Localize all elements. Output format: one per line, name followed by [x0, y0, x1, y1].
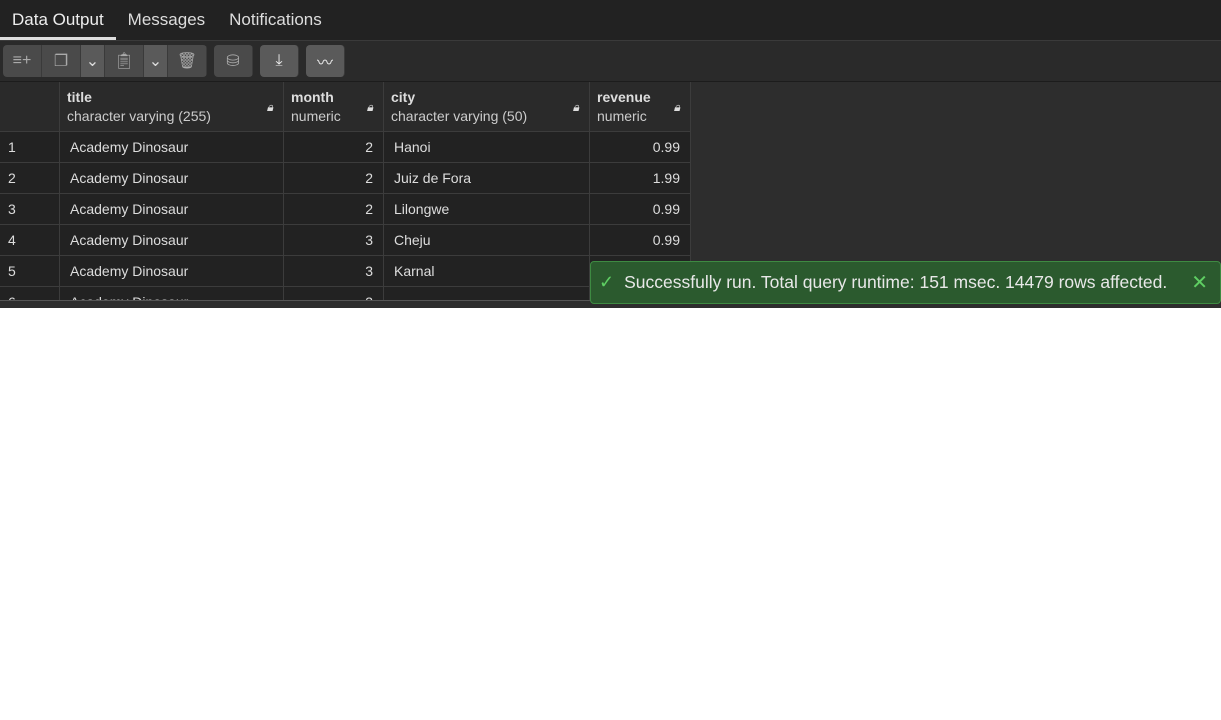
table-row: 2 Academy Dinosaur 2 Juiz de Fora 1.99	[0, 163, 691, 194]
cell-city[interactable]: Hanoi	[384, 132, 590, 162]
column-header-title[interactable]: title character varying (255) 🔒︎	[60, 82, 284, 131]
lock-icon: 🔒︎	[366, 100, 373, 114]
cell-title[interactable]: Academy Dinosaur	[60, 132, 284, 162]
cell-title[interactable]: Academy Dinosaur	[60, 163, 284, 193]
cell-revenue[interactable]: 0.99	[590, 132, 691, 162]
header-row: title character varying (255) 🔒︎ month nume…	[0, 82, 691, 132]
cell-city[interactable]: Karnal	[384, 256, 590, 286]
tab-messages[interactable]: Messages	[116, 0, 217, 40]
success-toast: ✓ Successfully run. Total query runtime:…	[590, 261, 1221, 304]
cell-revenue[interactable]: 1.99	[590, 163, 691, 193]
table-row: 1 Academy Dinosaur 2 Hanoi 0.99	[0, 132, 691, 163]
tab-data-output[interactable]: Data Output	[0, 0, 116, 40]
results-tabs: Data Output Messages Notifications	[0, 0, 1221, 41]
lock-icon: 🔒︎	[673, 100, 680, 114]
column-type: numeric	[291, 108, 341, 124]
column-type: numeric	[597, 108, 647, 124]
row-number[interactable]: 5	[0, 256, 60, 286]
results-toolbar: ≡+ ❐ ⌄ 📋︎ ⌄ 🗑︎ ⛁ ⤓ 〰	[0, 41, 1221, 82]
column-name: revenue	[597, 89, 651, 105]
column-header-city[interactable]: city character varying (50) 🔒︎	[384, 82, 590, 131]
table-row: 4 Academy Dinosaur 3 Cheju 0.99	[0, 225, 691, 256]
table-row: 3 Academy Dinosaur 2 Lilongwe 0.99	[0, 194, 691, 225]
table-row: 5 Academy Dinosaur 3 Karnal	[0, 256, 691, 287]
cell-month[interactable]: 3	[284, 256, 384, 286]
close-icon[interactable]: ✕	[1191, 270, 1208, 295]
cell-title[interactable]: Academy Dinosaur	[60, 225, 284, 255]
cell-city[interactable]: Juiz de Fora	[384, 163, 590, 193]
cell-revenue[interactable]: 0.99	[590, 225, 691, 255]
cell-month[interactable]: 2	[284, 163, 384, 193]
column-type: character varying (50)	[391, 108, 528, 124]
column-name: city	[391, 89, 416, 105]
row-number[interactable]: 1	[0, 132, 60, 162]
check-icon: ✓	[599, 272, 615, 292]
column-header-month[interactable]: month numeric 🔒︎	[284, 82, 384, 131]
row-number[interactable]: 4	[0, 225, 60, 255]
add-row-icon[interactable]: ≡+	[3, 45, 42, 77]
row-number-header[interactable]	[0, 82, 60, 131]
cell-revenue[interactable]: 0.99	[590, 194, 691, 224]
save-data-icon[interactable]: ⛁	[214, 45, 253, 77]
cell-month[interactable]: 2	[284, 194, 384, 224]
cell-month[interactable]: 2	[284, 132, 384, 162]
cell-city[interactable]: Lilongwe	[384, 194, 590, 224]
cell-title[interactable]: Academy Dinosaur	[60, 256, 284, 286]
graph-icon[interactable]: 〰	[306, 45, 345, 77]
lock-icon: 🔒︎	[572, 100, 579, 114]
column-type: character varying (255)	[67, 108, 211, 124]
delete-icon[interactable]: 🗑︎	[168, 45, 207, 77]
paste-options-chevron-down-icon[interactable]: ⌄	[144, 45, 168, 77]
column-header-revenue[interactable]: revenue numeric 🔒︎	[590, 82, 691, 131]
tab-notifications[interactable]: Notifications	[217, 0, 334, 40]
cell-title[interactable]: Academy Dinosaur	[60, 194, 284, 224]
data-grid: title character varying (255) 🔒︎ month nume…	[0, 82, 691, 308]
cell-city[interactable]: Cheju	[384, 225, 590, 255]
copy-options-chevron-down-icon[interactable]: ⌄	[81, 45, 105, 77]
copy-icon[interactable]: ❐	[42, 45, 81, 77]
row-number[interactable]: 2	[0, 163, 60, 193]
download-icon[interactable]: ⤓	[260, 45, 299, 77]
row-number[interactable]: 3	[0, 194, 60, 224]
paste-icon[interactable]: 📋︎	[105, 45, 144, 77]
column-name: title	[67, 89, 92, 105]
lock-icon: 🔒︎	[266, 100, 273, 114]
cell-month[interactable]: 3	[284, 225, 384, 255]
toast-message: Successfully run. Total query runtime: 1…	[624, 272, 1168, 292]
column-name: month	[291, 89, 334, 105]
